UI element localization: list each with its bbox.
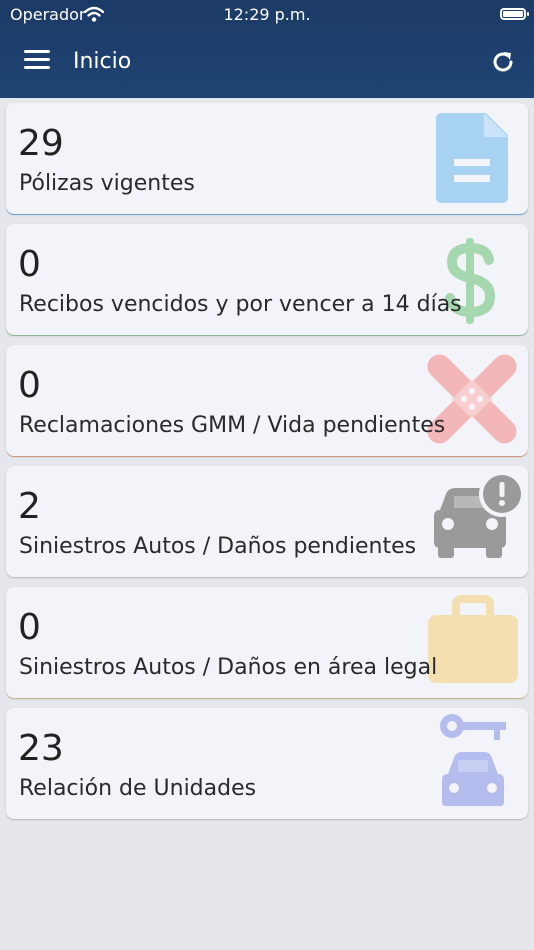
menu-button[interactable] — [24, 50, 50, 72]
briefcase-icon — [428, 595, 518, 683]
card-siniestros-pendientes[interactable]: 2 Siniestros Autos / Daños pendientes — [6, 466, 528, 577]
hamburger-menu-icon — [24, 50, 50, 53]
card-count: 0 — [18, 244, 41, 285]
card-count: 0 — [18, 607, 41, 648]
app-header: Operador 12:29 p.m. Inicio — [0, 0, 534, 98]
card-reclamaciones[interactable]: 0 Reclamaciones GMM / Vida pendientes — [6, 345, 528, 456]
card-relacion-unidades[interactable]: 23 Relación de Unidades — [6, 708, 528, 819]
card-label: Pólizas vigentes — [19, 171, 195, 196]
card-recibos-vencidos[interactable]: 0 Recibos vencidos y por vencer a 14 día… — [6, 224, 528, 335]
page-title: Inicio — [73, 49, 132, 74]
summary-cards: 29 Pólizas vigentes 0 Recibos vencidos y… — [6, 103, 528, 829]
status-time: 12:29 p.m. — [223, 5, 311, 24]
card-label: Recibos vencidos y por vencer a 14 días — [19, 292, 462, 317]
card-siniestros-legal[interactable]: 0 Siniestros Autos / Daños en área legal — [6, 587, 528, 698]
car-key-icon — [440, 714, 506, 806]
card-count: 0 — [18, 365, 41, 406]
car-alert-icon — [434, 471, 525, 558]
card-polizas-vigentes[interactable]: 29 Pólizas vigentes — [6, 103, 528, 214]
card-label: Siniestros Autos / Daños en área legal — [19, 655, 438, 680]
battery-icon — [500, 8, 529, 20]
card-count: 23 — [18, 728, 64, 769]
card-label: Siniestros Autos / Daños pendientes — [19, 534, 417, 559]
card-count: 2 — [18, 486, 41, 527]
card-count: 29 — [18, 123, 64, 164]
card-label: Relación de Unidades — [19, 776, 257, 801]
status-bar: Operador 12:29 p.m. — [0, 4, 534, 26]
refresh-button[interactable] — [490, 49, 516, 75]
document-icon — [436, 113, 508, 203]
card-label: Reclamaciones GMM / Vida pendientes — [19, 413, 446, 438]
